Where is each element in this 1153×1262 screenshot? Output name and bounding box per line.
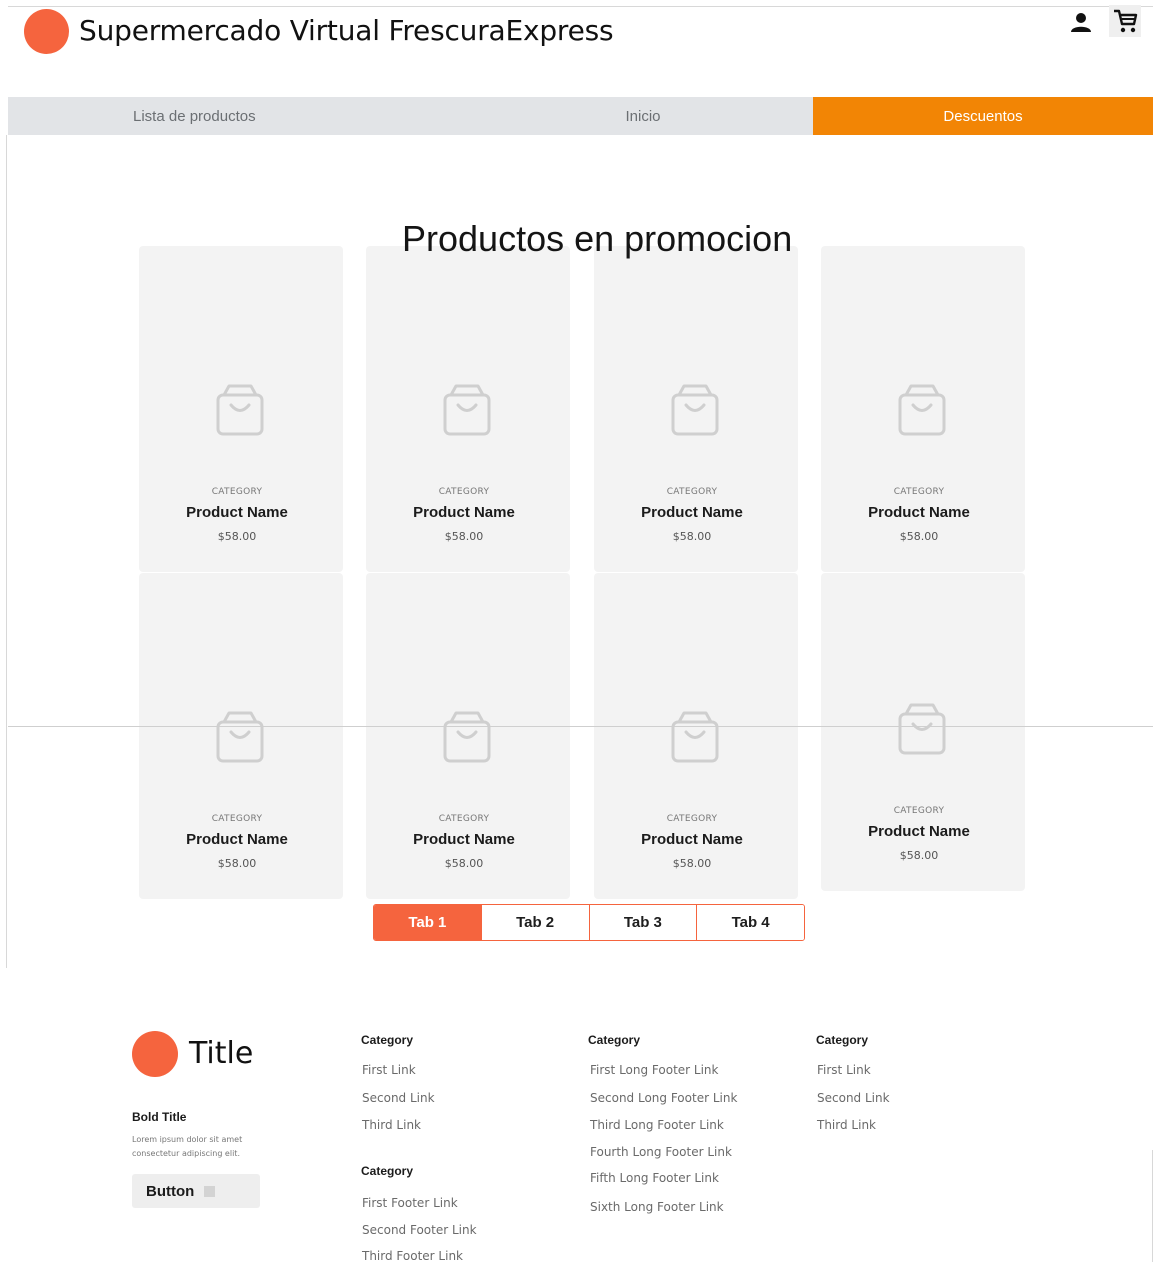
footer-column-1: Category (361, 1033, 413, 1047)
footer-button[interactable]: Button (132, 1174, 260, 1208)
main-nav: Lista de productos Inicio Descuentos (8, 97, 1153, 135)
page-border (6, 135, 7, 968)
product-card[interactable]: CATEGORY Product Name $58.00 (821, 246, 1025, 572)
section-title: Productos en promocion (402, 218, 793, 259)
pagination-tabs: Tab 1 Tab 2 Tab 3 Tab 4 (373, 904, 805, 941)
footer-button-label: Button (146, 1182, 195, 1200)
tab-3[interactable]: Tab 3 (588, 905, 697, 940)
product-category: CATEGORY (211, 487, 263, 497)
footer-link[interactable]: Fifth Long Footer Link (590, 1171, 719, 1185)
product-price: $58.00 (899, 849, 939, 862)
footer-link[interactable]: Third Link (362, 1118, 421, 1132)
product-price: $58.00 (899, 530, 939, 543)
product-price: $58.00 (672, 530, 712, 543)
product-price: $58.00 (444, 530, 484, 543)
nav-item-descuentos[interactable]: Descuentos (813, 97, 1153, 135)
footer-link[interactable]: Second Long Footer Link (590, 1091, 737, 1105)
shopping-bag-icon (670, 383, 720, 437)
shopping-bag-icon (897, 702, 947, 756)
app-title: Supermercado Virtual FrescuraExpress (79, 14, 614, 47)
shopping-bag-icon (670, 710, 720, 764)
product-name[interactable]: Product Name (139, 504, 335, 521)
shopping-bag-icon (215, 710, 265, 764)
tab-2[interactable]: Tab 2 (480, 905, 589, 940)
footer-description: Lorem ipsum dolor sit amet consectetur a… (132, 1135, 243, 1158)
footer-link[interactable]: First Footer Link (362, 1196, 458, 1210)
product-category: CATEGORY (893, 487, 945, 497)
product-price: $58.00 (217, 530, 257, 543)
product-card[interactable]: CATEGORY Product Name $58.00 (139, 246, 343, 572)
footer-link[interactable]: Third Footer Link (362, 1249, 463, 1262)
product-card[interactable]: CATEGORY Product Name $58.00 (594, 246, 798, 572)
fold-divider (8, 726, 1153, 727)
footer-link[interactable]: Second Link (817, 1091, 890, 1105)
product-card[interactable]: CATEGORY Product Name $58.00 (594, 573, 798, 899)
tab-4[interactable]: Tab 4 (696, 905, 804, 940)
product-name[interactable]: Product Name (139, 831, 335, 848)
footer-link[interactable]: Second Link (362, 1091, 435, 1105)
button-square-icon (204, 1185, 216, 1197)
footer-column-4: Category (816, 1033, 868, 1047)
footer-category: Category (361, 1164, 414, 1178)
product-name[interactable]: Product Name (366, 831, 562, 848)
product-category: CATEGORY (893, 806, 945, 816)
product-category: CATEGORY (666, 814, 718, 824)
footer-title: Title (189, 1036, 254, 1071)
product-category: CATEGORY (666, 487, 718, 497)
tab-1[interactable]: Tab 1 (374, 905, 481, 940)
footer-link[interactable]: Sixth Long Footer Link (590, 1200, 724, 1214)
product-category: CATEGORY (438, 814, 490, 824)
footer-bold-title: Bold Title (132, 1110, 187, 1124)
product-category: CATEGORY (438, 487, 490, 497)
nav-item-inicio[interactable]: Inicio (473, 97, 813, 135)
product-card[interactable]: CATEGORY Product Name $58.00 (366, 573, 570, 899)
product-card[interactable]: CATEGORY Product Name $58.00 (366, 246, 570, 572)
product-name[interactable]: Product Name (821, 504, 1017, 521)
footer-category: Category (588, 1033, 641, 1047)
shopping-bag-icon (897, 383, 947, 437)
product-price: $58.00 (672, 857, 712, 870)
footer-category: Category (361, 1033, 414, 1047)
product-name[interactable]: Product Name (821, 823, 1017, 840)
shopping-bag-icon (442, 710, 492, 764)
shopping-bag-icon (215, 383, 265, 437)
product-name[interactable]: Product Name (594, 831, 790, 848)
cart-icon[interactable] (1109, 5, 1141, 37)
footer-link[interactable]: Second Footer Link (362, 1223, 477, 1237)
product-name[interactable]: Product Name (366, 504, 562, 521)
footer-column-2: Category (361, 1164, 413, 1178)
header-divider (8, 6, 1153, 7)
footer-link[interactable]: Third Link (817, 1118, 876, 1132)
footer-column-3: Category (588, 1033, 640, 1047)
footer-category: Category (816, 1033, 869, 1047)
footer-logo (132, 1031, 178, 1077)
product-card[interactable]: CATEGORY Product Name $58.00 (821, 573, 1025, 891)
product-price: $58.00 (444, 857, 484, 870)
product-category: CATEGORY (211, 814, 263, 824)
footer-link[interactable]: Fourth Long Footer Link (590, 1145, 732, 1159)
footer-link[interactable]: First Link (817, 1063, 871, 1077)
product-card[interactable]: CATEGORY Product Name $58.00 (139, 573, 343, 899)
shopping-bag-icon (442, 383, 492, 437)
product-price: $58.00 (217, 857, 257, 870)
product-name[interactable]: Product Name (594, 504, 790, 521)
nav-item-lista-de-productos[interactable]: Lista de productos (8, 97, 473, 135)
brand-logo[interactable] (24, 9, 69, 54)
footer-link[interactable]: First Long Footer Link (590, 1063, 719, 1077)
footer-link[interactable]: First Link (362, 1063, 416, 1077)
footer-link[interactable]: Third Long Footer Link (590, 1118, 724, 1132)
user-icon[interactable] (1068, 10, 1094, 36)
